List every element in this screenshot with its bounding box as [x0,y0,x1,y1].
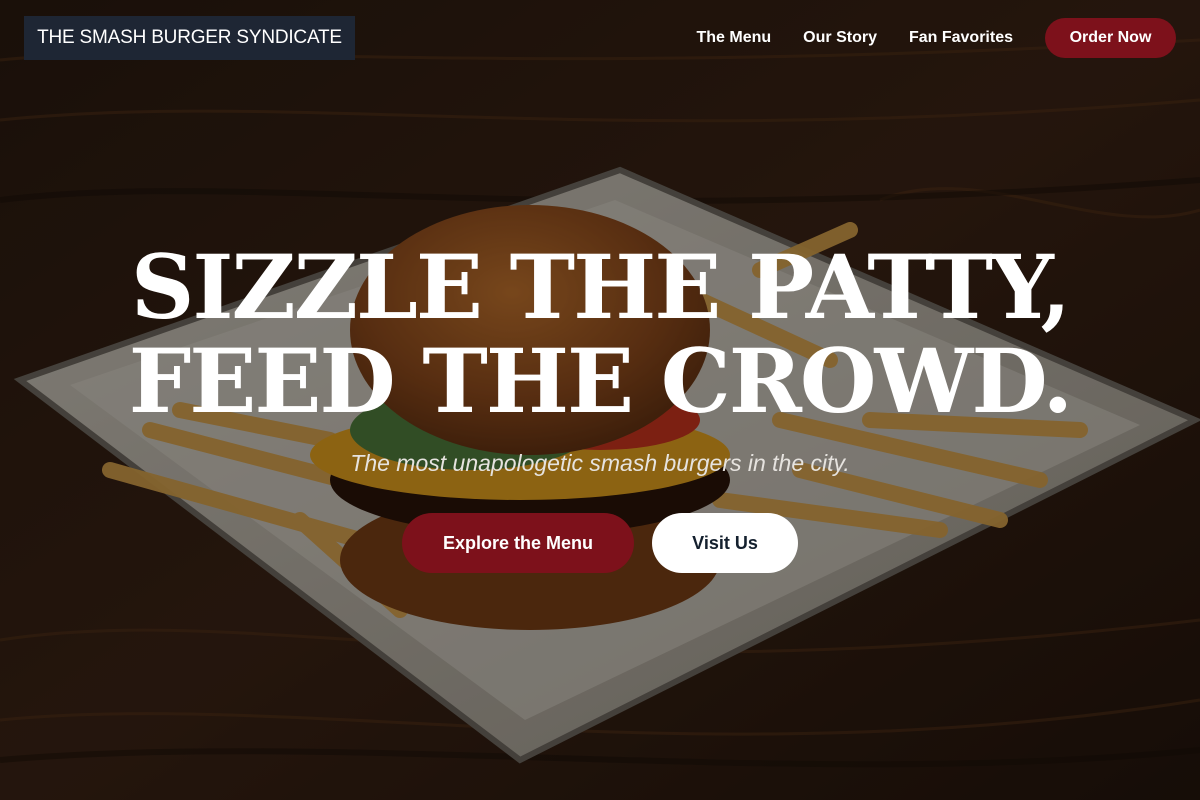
hero-subheadline: The most unapologetic smash burgers in t… [350,450,850,476]
top-navigation: THE SMASH BURGER SYNDICATE The Menu Our … [0,0,1200,76]
hero-headline: SIZZLE THE PATTY, FEED THE CROWD. [0,240,1200,428]
nav-link-fan-favorites[interactable]: Fan Favorites [909,18,1013,58]
explore-menu-button[interactable]: Explore the Menu [402,513,634,573]
order-now-button[interactable]: Order Now [1045,18,1176,58]
nav-link-menu[interactable]: The Menu [697,18,772,58]
hero-section: THE SMASH BURGER SYNDICATE The Menu Our … [0,0,1200,800]
brand-logo[interactable]: THE SMASH BURGER SYNDICATE [24,16,355,60]
hero-buttons: Explore the Menu Visit Us [0,513,1200,573]
hero-headline-line-2: FEED THE CROWD. [128,329,1073,433]
hero-headline-line-1: SIZZLE THE PATTY, [130,235,1071,339]
visit-us-button[interactable]: Visit Us [652,513,798,573]
nav-links: The Menu Our Story Fan Favorites Order N… [697,18,1176,58]
nav-link-our-story[interactable]: Our Story [803,18,877,58]
hero-content: SIZZLE THE PATTY, FEED THE CROWD. The mo… [0,240,1200,573]
